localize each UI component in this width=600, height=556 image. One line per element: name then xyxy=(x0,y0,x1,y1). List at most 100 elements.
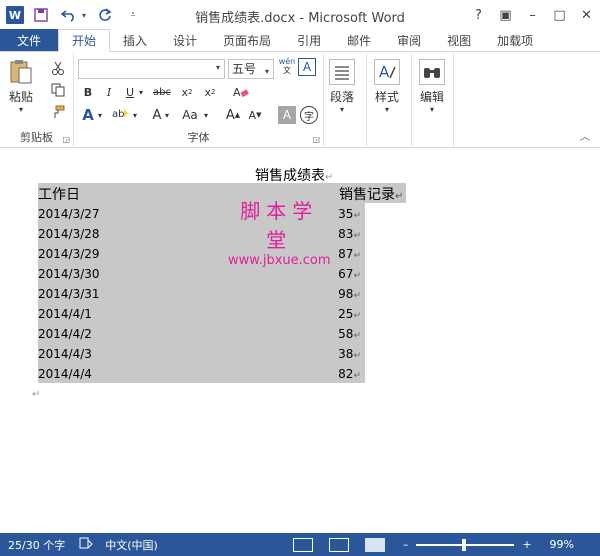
change-case-icon[interactable]: Aa xyxy=(178,106,202,124)
chevron-down-icon: ▾ xyxy=(215,63,220,72)
undo-dropdown-icon[interactable]: ▾ xyxy=(80,4,88,26)
status-bar: 25/30 个字 中文(中国) – + 99% xyxy=(0,533,600,556)
table-row: 2014/4/3 38↵ xyxy=(38,343,365,363)
clipboard-launcher-icon[interactable]: ◲ xyxy=(62,135,70,144)
enclose-characters-icon[interactable]: 字 xyxy=(300,106,318,124)
undo-icon[interactable] xyxy=(58,4,80,26)
font-launcher-icon[interactable]: ◲ xyxy=(312,135,320,144)
document-title: 销售成绩表↵ xyxy=(255,165,333,185)
clear-formatting-icon[interactable]: A xyxy=(232,83,250,101)
row-value: 38↵ xyxy=(338,347,361,361)
highlight-dropdown-icon[interactable]: ▾ xyxy=(130,106,140,124)
tab-mailings[interactable]: 邮件 xyxy=(334,29,384,51)
change-case-dropdown-icon[interactable]: ▾ xyxy=(201,106,211,124)
superscript-icon[interactable]: x2 xyxy=(201,83,219,101)
row-date: 2014/3/29 xyxy=(38,247,100,261)
language-status[interactable]: 中文(中国) xyxy=(105,537,158,553)
row-value: 83↵ xyxy=(338,227,361,241)
read-mode-icon[interactable] xyxy=(292,537,313,552)
row-value: 82↵ xyxy=(338,367,361,381)
tab-design[interactable]: 设计 xyxy=(160,29,210,51)
paragraph-mark: ↵ xyxy=(325,172,334,183)
window-controls: ? ▣ – □ ✕ xyxy=(465,0,600,30)
grow-font-icon[interactable]: A ▲ xyxy=(224,106,242,124)
row-value: 35↵ xyxy=(338,207,361,221)
font-size-select[interactable]: 五号 ▾ xyxy=(228,59,274,79)
paste-dropdown-icon[interactable]: ▾ xyxy=(19,105,23,114)
font-group: ▾ 五号 ▾ wén 文 A B I U ▾ abc x2 x2 A A ▾ ab… xyxy=(74,53,324,148)
paragraph-mark: ↵ xyxy=(353,311,361,321)
strikethrough-icon[interactable]: abc xyxy=(150,83,174,101)
binoculars-icon xyxy=(419,59,445,85)
zoom-slider-thumb[interactable] xyxy=(462,538,467,551)
header-workday: 工作日 xyxy=(38,187,80,203)
paragraph-mark: ↵ xyxy=(353,231,361,241)
view-controls: – + 99% xyxy=(285,533,600,556)
font-group-label: 字体 xyxy=(187,131,210,144)
paragraph-mark: ↵ xyxy=(395,191,404,202)
zoom-level[interactable]: 99% xyxy=(550,538,574,551)
collapse-ribbon-icon[interactable]: ︿ xyxy=(580,128,590,143)
cut-icon[interactable] xyxy=(49,59,67,77)
tab-insert[interactable]: 插入 xyxy=(110,29,160,51)
row-value-text: 82 xyxy=(338,367,354,381)
minimize-icon[interactable]: – xyxy=(519,8,546,23)
font-name-select[interactable]: ▾ xyxy=(78,59,225,79)
svg-text:ab: ab xyxy=(112,109,124,120)
document-area[interactable]: 销售成绩表↵ 工作日 销售记录↵ 2014/3/27 35↵ 2014/3/28 8… xyxy=(0,149,600,533)
italic-icon[interactable]: I xyxy=(100,83,118,101)
highlight-icon[interactable]: ab xyxy=(112,106,130,124)
font-color-dropdown-icon[interactable]: ▾ xyxy=(162,106,172,124)
text-effects-dropdown-icon[interactable]: ▾ xyxy=(95,106,105,124)
character-border-icon[interactable]: A xyxy=(298,58,316,76)
title-bar: W ▾ ⩡ 销售成绩表.docx - Microsoft Word ? ▣ – … xyxy=(0,0,600,30)
row-value-text: 38 xyxy=(338,347,354,361)
copy-icon[interactable] xyxy=(49,81,67,99)
shrink-font-icon[interactable]: A ▼ xyxy=(246,106,264,124)
tab-file[interactable]: 文件 xyxy=(0,29,58,51)
editing-button[interactable]: 编辑 ▾ xyxy=(419,59,445,114)
subscript-icon[interactable]: x2 xyxy=(178,83,196,101)
help-icon[interactable]: ? xyxy=(465,8,492,23)
zoom-out-icon[interactable]: – xyxy=(403,538,409,551)
close-icon[interactable]: ✕ xyxy=(573,8,600,23)
phonetic-guide-button[interactable]: wén 文 xyxy=(277,57,297,75)
save-icon[interactable] xyxy=(30,4,52,26)
tab-addins[interactable]: 加载项 xyxy=(484,29,546,51)
bold-icon[interactable]: B xyxy=(79,83,97,101)
paragraph-button[interactable]: 段落 ▾ xyxy=(329,59,355,114)
format-painter-icon[interactable] xyxy=(49,103,67,121)
proofing-icon[interactable] xyxy=(79,537,93,552)
clipboard-group: 粘贴 ▾ 剪贴板 ◲ xyxy=(0,53,74,148)
customize-qat-icon[interactable]: ⩡ xyxy=(122,4,144,26)
word-logo-icon[interactable]: W xyxy=(6,6,24,24)
character-shading-icon[interactable]: A xyxy=(278,106,296,124)
web-layout-icon[interactable] xyxy=(364,537,385,552)
paragraph-mark: ↵ xyxy=(353,291,361,301)
phonetic-guide-label: wén xyxy=(278,57,296,66)
tab-references[interactable]: 引用 xyxy=(284,29,334,51)
ribbon-display-icon[interactable]: ▣ xyxy=(492,8,519,23)
row-value-text: 67 xyxy=(338,267,354,281)
tab-page-layout[interactable]: 页面布局 xyxy=(210,29,284,51)
ribbon-tabs: 文件 开始 插入 设计 页面布局 引用 邮件 审阅 视图 加载项 xyxy=(0,29,600,52)
redo-icon[interactable] xyxy=(94,4,116,26)
zoom-in-icon[interactable]: + xyxy=(522,538,531,551)
word-count[interactable]: 25/30 个字 xyxy=(8,537,65,553)
underline-dropdown-icon[interactable]: ▾ xyxy=(136,83,146,101)
row-value-text: 98 xyxy=(338,287,354,301)
paragraph-mark: ↵ xyxy=(353,251,361,261)
tab-view[interactable]: 视图 xyxy=(434,29,484,51)
ribbon-home: 粘贴 ▾ 剪贴板 ◲ ▾ 五号 ▾ wén 文 A B I U ▾ abc x … xyxy=(0,53,600,148)
watermark-line1: 脚本学堂 xyxy=(240,199,319,252)
tab-home[interactable]: 开始 xyxy=(58,29,111,52)
styles-button[interactable]: A 样式 ▾ xyxy=(374,59,400,114)
paste-button[interactable]: 粘贴 ▾ xyxy=(8,59,34,114)
row-value-text: 35 xyxy=(338,207,354,221)
maximize-icon[interactable]: □ xyxy=(546,8,573,23)
tab-review[interactable]: 审阅 xyxy=(384,29,434,51)
zoom-slider[interactable] xyxy=(416,538,515,551)
print-layout-icon[interactable] xyxy=(328,537,349,552)
row-date: 2014/4/3 xyxy=(38,347,92,361)
paragraph-label: 段落 xyxy=(329,90,354,104)
